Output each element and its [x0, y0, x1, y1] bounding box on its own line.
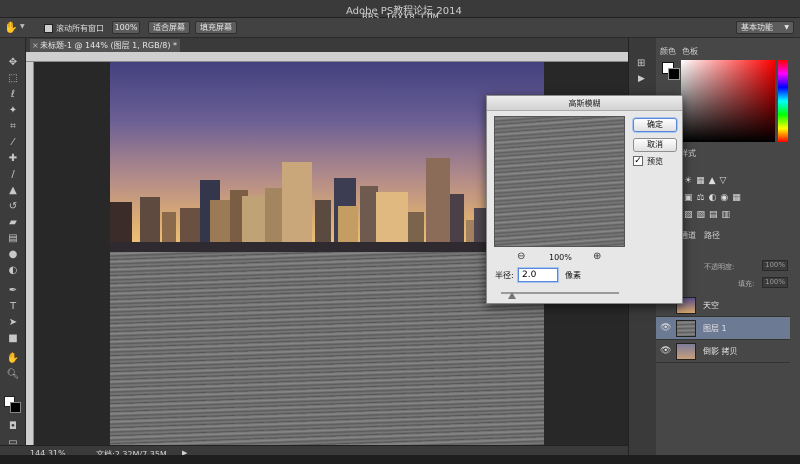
visibility-eye-icon[interactable]: 👁︎: [660, 346, 671, 356]
title-bar: Adobe PS教程论坛 2014 BBS.16XX8.COM: [0, 0, 800, 23]
sky-city-image: [110, 62, 544, 252]
quick-mask-icon[interactable]: ◘: [5, 420, 21, 434]
dialog-title[interactable]: 高斯模糊: [487, 96, 682, 111]
background-color-swatch[interactable]: [10, 402, 21, 413]
adjustments-icons-row3[interactable]: ▨▧▤▥: [684, 210, 734, 220]
cancel-button[interactable]: 取消: [633, 138, 677, 152]
document-tab[interactable]: × 未标题-1 @ 144% (图层 1, RGB/8) *: [30, 39, 180, 52]
dodge-icon[interactable]: ◐: [5, 264, 21, 278]
preview-label: 预览: [647, 157, 663, 166]
color-bg-swatch[interactable]: [668, 68, 680, 80]
blur-icon[interactable]: ●: [5, 248, 21, 262]
preview-zoom-value: 100%: [549, 253, 572, 262]
healing-brush-icon[interactable]: ✚: [5, 152, 21, 166]
zoom-out-icon[interactable]: ⊖: [517, 251, 525, 262]
adjustments-icons-row2[interactable]: ▣⚖◐◉▦: [684, 193, 745, 203]
chevron-down-icon[interactable]: ▼: [20, 23, 25, 30]
radius-slider-track[interactable]: [501, 292, 619, 294]
left-ruler: [26, 62, 34, 445]
layer-row[interactable]: 👁︎ 图层 1: [656, 317, 790, 340]
crop-icon[interactable]: ⌗: [5, 120, 21, 134]
path-select-icon[interactable]: ➤: [5, 316, 21, 330]
type-icon[interactable]: T: [5, 300, 21, 314]
radius-label: 半径:: [495, 271, 514, 280]
layer-row[interactable]: 👁︎ 倒影 拷贝: [656, 340, 790, 363]
layer-thumbnail: [676, 320, 696, 337]
zoom-icon[interactable]: 🔍︎: [5, 368, 21, 382]
tab-color[interactable]: 颜色: [660, 46, 676, 58]
scroll-all-windows-label: 滚动所有窗口: [56, 24, 104, 33]
pen-icon[interactable]: ✒: [5, 284, 21, 298]
zoom-in-icon[interactable]: ⊕: [593, 251, 601, 262]
shape-icon[interactable]: ■: [5, 332, 21, 346]
hue-slider[interactable]: [778, 60, 788, 142]
radius-slider-thumb[interactable]: [508, 292, 516, 299]
layer-name: 天空: [703, 301, 719, 310]
mac-dock: [0, 455, 800, 464]
workspace-label: 基本功能: [741, 23, 773, 32]
fill-input[interactable]: 100%: [762, 277, 788, 288]
actions-play-icon[interactable]: ▶: [638, 74, 645, 84]
scroll-all-windows-checkbox[interactable]: [44, 24, 53, 33]
preview-checkbox[interactable]: ✓: [633, 156, 643, 166]
history-icon[interactable]: ⊞: [637, 58, 645, 69]
layer-thumbnail: [676, 343, 696, 360]
document-tab-label: 未标题-1 @ 144% (图层 1, RGB/8) *: [40, 41, 178, 50]
adjustments-icons-row1[interactable]: ☀▦▲▽: [684, 176, 730, 186]
fill-label: 填充:: [738, 280, 755, 288]
hand-icon[interactable]: ✋: [5, 352, 21, 366]
chevron-down-icon: ▼: [784, 24, 789, 31]
tab-paths[interactable]: 路径: [704, 230, 720, 242]
eraser-icon[interactable]: ▰: [5, 216, 21, 230]
layer-name: 图层 1: [703, 324, 727, 333]
lasso-icon[interactable]: ℓ: [5, 88, 21, 102]
layer-name: 倒影 拷贝: [703, 347, 738, 356]
zoom-100-button[interactable]: 100%: [112, 21, 140, 34]
move-icon[interactable]: ✥: [5, 56, 21, 70]
magic-wand-icon[interactable]: ✦: [5, 104, 21, 118]
clone-stamp-icon[interactable]: ▲: [5, 184, 21, 198]
photoshop-window: Adobe PS教程论坛 2014 BBS.16XX8.COM ✋ ▼ 滚动所有…: [0, 0, 800, 464]
history-brush-icon[interactable]: ↺: [5, 200, 21, 214]
ok-button[interactable]: 确定: [633, 118, 677, 132]
tab-swatches[interactable]: 色板: [682, 46, 698, 58]
color-picker-field[interactable]: [681, 60, 775, 142]
marquee-icon[interactable]: ⬚: [5, 72, 21, 86]
radius-unit: 像素: [565, 271, 581, 280]
hand-tool-icon[interactable]: ✋: [4, 21, 18, 34]
visibility-eye-icon[interactable]: 👁︎: [660, 323, 671, 333]
blur-preview[interactable]: [494, 116, 625, 247]
tools-panel: ✥ ⬚ ℓ ✦ ⌗ ⁄ ✚ / ▲ ↺ ▰ ▤ ● ◐ ✒ T ➤ ■ ✋ 🔍︎…: [0, 38, 26, 464]
close-tab-icon[interactable]: ×: [32, 39, 39, 52]
opacity-label: 不透明度:: [704, 263, 735, 271]
eyedropper-icon[interactable]: ⁄: [5, 136, 21, 150]
fit-screen-button[interactable]: 适合屏幕: [148, 21, 190, 34]
gaussian-blur-dialog: 高斯模糊 确定 取消 ✓ 预览 ⊖ 100% ⊕ 半径: 2.0 像素: [486, 95, 683, 304]
brush-icon[interactable]: /: [5, 168, 21, 182]
opacity-input[interactable]: 100%: [762, 260, 788, 271]
options-bar: ✋ ▼ 滚动所有窗口 100% 适合屏幕 填充屏幕 基本功能 ▼: [0, 18, 800, 38]
document-canvas[interactable]: [110, 62, 544, 445]
workspace-select[interactable]: 基本功能 ▼: [736, 21, 794, 34]
top-ruler: [26, 52, 628, 62]
water-texture: [110, 252, 544, 445]
fill-screen-button[interactable]: 填充屏幕: [195, 21, 237, 34]
gradient-icon[interactable]: ▤: [5, 232, 21, 246]
radius-input[interactable]: 2.0: [518, 268, 558, 282]
